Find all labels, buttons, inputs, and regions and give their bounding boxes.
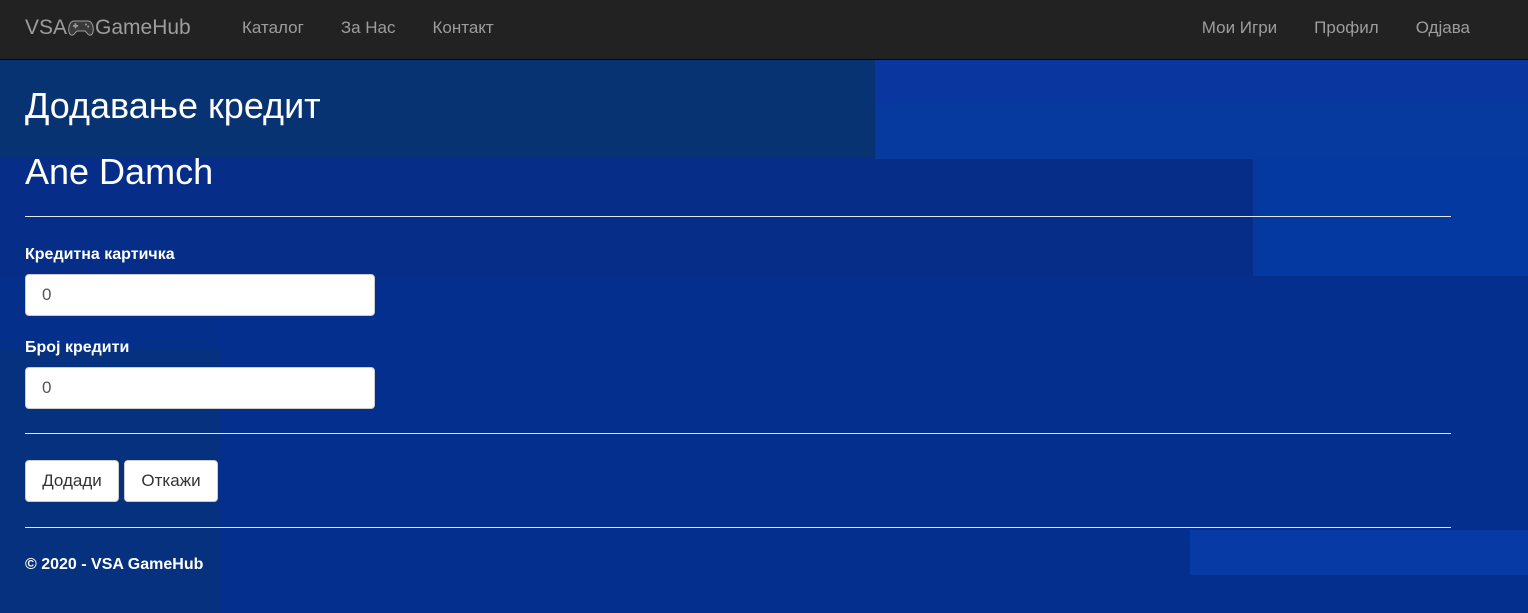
credits-count-input[interactable] [25,367,375,409]
cancel-button[interactable]: Откажи [124,460,218,502]
nav-right: Мои Игри Профил Одјава [1202,18,1470,38]
nav-link-about[interactable]: За Нас [341,18,396,38]
credit-card-input[interactable] [25,274,375,316]
nav-link-my-games[interactable]: Мои Игри [1202,18,1277,38]
card-label: Кредитна картичка [25,246,175,263]
nav-link-logout[interactable]: Одјава [1416,18,1470,38]
divider [25,527,1451,528]
nav-link-catalog[interactable]: Каталог [242,18,304,38]
divider [25,216,1451,217]
nav-left: Каталог За Нас Контакт [242,18,494,38]
brand-suffix: GameHub [95,16,191,39]
gamepad-icon [68,19,94,37]
credits-label: Број кредити [25,339,130,356]
add-button[interactable]: Додади [25,460,119,502]
navbar: VSA GameHub Каталог За Нас Контакт Мои И… [0,0,1528,60]
footer-copyright: © 2020 - VSA GameHub [25,556,204,573]
brand-link[interactable]: VSA GameHub [25,16,191,40]
nav-link-profile[interactable]: Профил [1314,18,1379,38]
nav-link-contact[interactable]: Контакт [433,18,494,38]
user-name: Ane Damch [25,151,214,192]
page-title: Додавање кредит [25,85,321,126]
brand-prefix: VSA [25,16,68,39]
divider [25,433,1451,434]
